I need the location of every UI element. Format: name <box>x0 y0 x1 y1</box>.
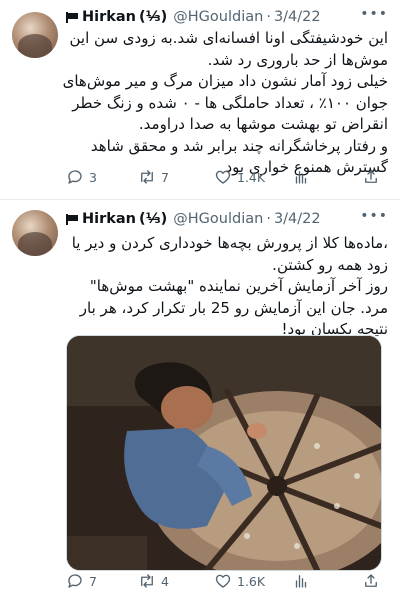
tweet-paragraph: این خودشیفتگی اونا افسانه‌ای شد.به زودی … <box>69 29 389 69</box>
like-count: 1.6K <box>237 573 266 589</box>
reply-count: 3 <box>89 169 97 185</box>
display-name[interactable]: Hirkan <box>82 211 136 227</box>
views-icon <box>295 171 307 184</box>
tweet[interactable]: Hirkan (⅓̶) @HGouldian · 3/4/22 ••• این … <box>0 0 400 200</box>
more-icon[interactable]: ••• <box>360 208 388 224</box>
tweet-paragraph: روز آخر آزمایش آخرین نماینده "بهشت موش‌ه… <box>79 277 388 338</box>
retweet-count: 7 <box>161 169 169 185</box>
like-count: 1.4K <box>237 169 266 185</box>
like-button[interactable]: 1.6K <box>214 572 265 590</box>
like-icon <box>215 170 231 184</box>
reply-button[interactable]: 3 <box>66 168 97 186</box>
retweet-icon <box>141 574 153 588</box>
like-icon <box>215 574 231 588</box>
views-icon <box>295 575 307 588</box>
action-bar: 7 4 1.6K <box>66 572 388 592</box>
tweet-date[interactable]: 3/4/22 <box>274 211 321 227</box>
name-emblem: (⅓̶) <box>139 211 168 227</box>
avatar[interactable] <box>12 210 58 256</box>
name-emblem: (⅓̶) <box>139 9 168 25</box>
share-button[interactable] <box>362 168 385 186</box>
views-button[interactable] <box>292 572 315 590</box>
tweet-paragraph: ،ماده‌ها کلا از پرورش بچه‌ها خودداری کرد… <box>71 234 388 274</box>
tweet-date[interactable]: 3/4/22 <box>274 9 321 25</box>
reply-icon <box>68 574 82 588</box>
photo-scientist-with-mice-enclosure <box>67 336 381 570</box>
tweet-header: Hirkan (⅓̶) @HGouldian · 3/4/22 ••• <box>66 208 388 230</box>
tweet-photo[interactable] <box>66 335 382 571</box>
retweet-button[interactable]: 7 <box>138 168 169 186</box>
tweet-paragraph: خیلی زود آمار نشون داد میزان مرگ و میر م… <box>62 72 388 133</box>
tweet-header: Hirkan (⅓̶) @HGouldian · 3/4/22 ••• <box>66 6 388 28</box>
flag-icon <box>66 213 79 225</box>
tweet-text: این خودشیفتگی اونا افسانه‌ای شد.به زودی … <box>62 28 388 179</box>
separator-dot: · <box>266 9 271 25</box>
tweet[interactable]: Hirkan (⅓̶) @HGouldian · 3/4/22 ••• ،ماد… <box>0 200 400 608</box>
tweet-text: ،ماده‌ها کلا از پرورش بچه‌ها خودداری کرد… <box>62 233 388 341</box>
reply-count: 7 <box>89 573 97 589</box>
retweet-count: 4 <box>161 573 169 589</box>
share-icon <box>365 574 377 587</box>
reply-icon <box>68 170 82 184</box>
flag-icon <box>66 11 79 23</box>
action-bar: 3 7 1.4K <box>66 168 388 188</box>
retweet-button[interactable]: 4 <box>138 572 169 590</box>
handle[interactable]: @HGouldian <box>173 211 263 227</box>
retweet-icon <box>141 170 153 184</box>
separator-dot: · <box>266 211 271 227</box>
display-name[interactable]: Hirkan <box>82 9 136 25</box>
more-icon[interactable]: ••• <box>360 6 388 22</box>
reply-button[interactable]: 7 <box>66 572 97 590</box>
handle[interactable]: @HGouldian <box>173 9 263 25</box>
avatar[interactable] <box>12 12 58 58</box>
share-icon <box>365 170 377 183</box>
views-button[interactable] <box>292 168 315 186</box>
share-button[interactable] <box>362 572 385 590</box>
like-button[interactable]: 1.4K <box>214 168 265 186</box>
